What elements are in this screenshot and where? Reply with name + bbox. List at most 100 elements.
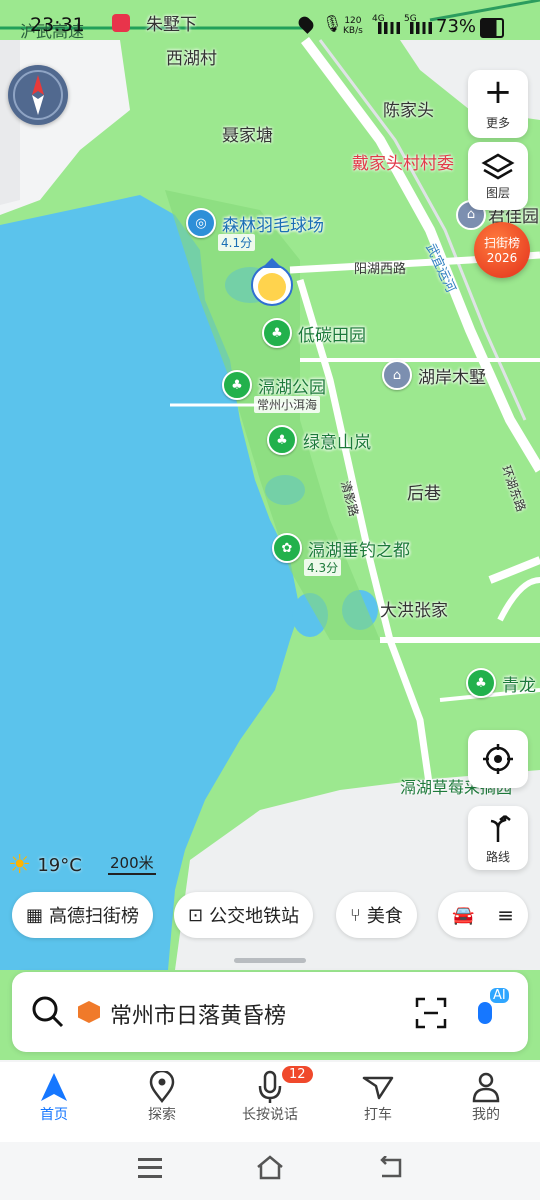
poi-gehupark[interactable]: ♣ 滆湖公园 常州小洱海 bbox=[222, 370, 326, 413]
scan-icon[interactable] bbox=[414, 996, 448, 1030]
poi-lvyi[interactable]: ♣ 绿意山岚 bbox=[267, 425, 371, 455]
house-icon: ⌂ bbox=[382, 360, 412, 390]
tree-icon: ♣ bbox=[262, 318, 292, 348]
ai-voice-button[interactable]: AI bbox=[472, 988, 516, 1038]
status-time: 23:31 bbox=[30, 14, 85, 36]
battery-icon bbox=[480, 18, 504, 38]
hot-topic-icon bbox=[78, 1001, 100, 1023]
locate-icon bbox=[483, 744, 513, 774]
location-status-icon bbox=[296, 14, 316, 34]
poi-fishing[interactable]: ✿ 滆湖垂钓之都 4.3分 bbox=[272, 533, 410, 576]
plus-icon: + bbox=[483, 72, 513, 112]
poi-qinglong-name: 青龙 bbox=[502, 675, 536, 696]
bus-icon: ⊡ bbox=[188, 904, 204, 926]
chip-scan-label: 高德扫街榜 bbox=[49, 906, 140, 927]
tree-icon: ♣ bbox=[267, 425, 297, 455]
label-yanghu-road: 阳湖西路 bbox=[354, 262, 407, 277]
voice-badge: 12 bbox=[282, 1066, 313, 1083]
scale-bar: 200米 bbox=[108, 852, 156, 875]
search-icon bbox=[32, 996, 64, 1028]
weather: ☀ 19°C bbox=[8, 850, 82, 880]
weather-temp: 19°C bbox=[37, 854, 82, 876]
tab-home-label: 首页 bbox=[40, 1107, 68, 1123]
poi-gehupark-name: 滆湖公园 bbox=[258, 377, 326, 398]
mic-status-icon: 🎙 bbox=[322, 14, 343, 33]
chip-bus-metro[interactable]: ⊡ 公交地铁站 bbox=[174, 892, 314, 938]
chip-scan-rank[interactable]: ▦ 高德扫街榜 bbox=[12, 892, 154, 938]
tab-taxi[interactable]: 打车 bbox=[324, 1070, 432, 1124]
compass-icon bbox=[13, 70, 63, 120]
label-xihucun: 西湖村 bbox=[166, 49, 217, 69]
rank-badge-title: 扫街榜 bbox=[483, 236, 520, 250]
poi-fishing-name: 滆湖垂钓之都 bbox=[308, 540, 410, 561]
poi-lowcarbon-name: 低碳田园 bbox=[298, 325, 366, 346]
ai-mic-icon bbox=[478, 1002, 492, 1024]
poi-lowcarbon[interactable]: ♣ 低碳田园 bbox=[262, 318, 366, 348]
recents-icon[interactable] bbox=[138, 1158, 162, 1178]
chip-food-label: 美食 bbox=[366, 906, 403, 927]
home-icon[interactable] bbox=[255, 1154, 285, 1180]
chip-bus-label: 公交地铁站 bbox=[209, 906, 300, 927]
poi-fishing-rating: 4.3分 bbox=[304, 559, 342, 576]
app-notification-icon bbox=[112, 14, 130, 32]
more-label: 更多 bbox=[485, 116, 510, 130]
sun-icon: ☀ bbox=[8, 850, 32, 880]
tab-taxi-label: 打车 bbox=[364, 1107, 392, 1123]
poi-badminton[interactable]: ◎ 森林羽毛球场 4.1分 bbox=[186, 208, 324, 251]
tree-icon: ♣ bbox=[466, 668, 496, 698]
map-pin-icon bbox=[149, 1071, 175, 1103]
label-zhushuxia: 朱墅下 bbox=[146, 15, 197, 35]
ai-label: AI bbox=[490, 988, 509, 1003]
drag-handle[interactable] bbox=[234, 958, 306, 963]
label-hongzhang: 大洪张家 bbox=[380, 601, 448, 621]
menu-icon: ≡ bbox=[497, 903, 514, 927]
status-bar: 沪武高速 23:31 🎙 120 KB/s 4G 5G 73% bbox=[0, 0, 540, 41]
signal-5g-bars-icon bbox=[410, 22, 432, 34]
poi-hu-an[interactable]: ⌂ 湖岸木墅 bbox=[382, 360, 486, 390]
poi-badminton-rating: 4.1分 bbox=[218, 234, 256, 251]
poi-hu-an-name: 湖岸木墅 bbox=[418, 367, 486, 388]
battery-text: 73% bbox=[436, 16, 477, 37]
tab-home[interactable]: 首页 bbox=[0, 1070, 108, 1124]
tab-mine-label: 我的 bbox=[472, 1107, 500, 1123]
chip-more[interactable]: 🚘 ≡ bbox=[438, 892, 528, 938]
tab-explore-label: 探索 bbox=[148, 1107, 176, 1123]
poi-qinglong[interactable]: ♣ 青龙 bbox=[466, 668, 536, 698]
route-icon bbox=[490, 815, 511, 842]
taxi-icon bbox=[362, 1076, 394, 1100]
tab-voice-label: 长按说话 bbox=[242, 1107, 298, 1123]
fork-knife-icon: ⑂ bbox=[350, 904, 361, 926]
locate-button[interactable] bbox=[468, 730, 528, 788]
back-icon[interactable] bbox=[376, 1156, 404, 1180]
navigation-arrow-icon bbox=[41, 1073, 67, 1101]
layers-icon bbox=[481, 153, 515, 180]
microphone-icon bbox=[258, 1070, 282, 1103]
tree-icon: ♣ bbox=[222, 370, 252, 400]
label-chenjiatou: 陈家头 bbox=[383, 101, 434, 121]
route-label: 路线 bbox=[485, 850, 510, 864]
street-rank-icon: ▦ bbox=[26, 904, 44, 926]
label-houxiang: 后巷 bbox=[407, 484, 441, 504]
net-speed: 120 KB/s bbox=[343, 16, 363, 36]
rank-badge-year: 2026 bbox=[486, 251, 518, 265]
poi-badminton-name: 森林羽毛球场 bbox=[222, 215, 324, 236]
net-speed-value: 120 bbox=[344, 16, 362, 26]
layers-button[interactable]: 图层 bbox=[468, 142, 528, 210]
badminton-icon: ◎ bbox=[186, 208, 216, 238]
tab-voice[interactable]: 长按说话 12 bbox=[216, 1066, 324, 1124]
signal-4g-bars-icon bbox=[378, 22, 400, 34]
route-button[interactable]: 路线 bbox=[468, 806, 528, 870]
fruit-icon: ✿ bbox=[272, 533, 302, 563]
net-speed-unit: KB/s bbox=[343, 26, 363, 36]
tab-explore[interactable]: 探索 bbox=[108, 1070, 216, 1124]
search-bar[interactable]: 常州市日落黄昏榜 AI bbox=[12, 972, 528, 1052]
rank-badge[interactable]: 扫街榜 2026 bbox=[474, 222, 530, 278]
scale-text: 200米 bbox=[110, 854, 154, 872]
label-daijiatou: 戴家头村村委 bbox=[352, 154, 454, 174]
tab-mine[interactable]: 我的 bbox=[432, 1070, 540, 1124]
more-button[interactable]: + 更多 bbox=[468, 70, 528, 138]
poi-gehupark-tag: 常州小洱海 bbox=[254, 396, 321, 413]
user-icon bbox=[472, 1072, 500, 1103]
chip-food[interactable]: ⑂ 美食 bbox=[336, 892, 417, 938]
compass-button[interactable] bbox=[8, 65, 68, 125]
